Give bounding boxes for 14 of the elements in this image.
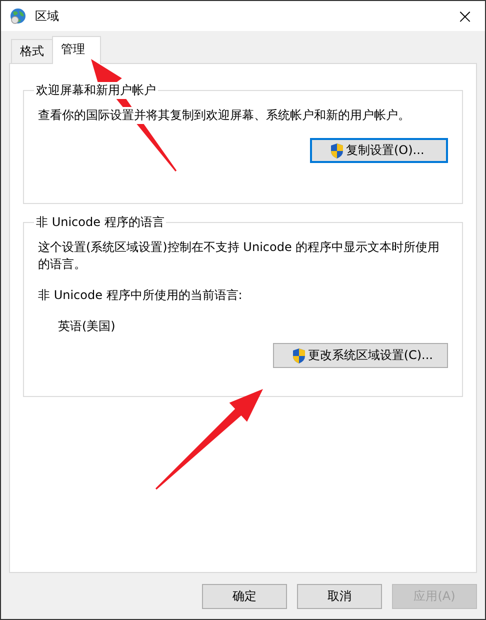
tab[interactable]: 格式 bbox=[11, 39, 53, 63]
shield-button[interactable]: 更改系统区域设置(C)... bbox=[272, 343, 448, 368]
language-value: 英语(美国) bbox=[58, 318, 116, 335]
dialog-button[interactable]: 确定 bbox=[202, 584, 287, 609]
description-text: 非 Unicode 程序中所使用的当前语言: bbox=[38, 287, 242, 304]
tab[interactable]: 管理 bbox=[52, 36, 101, 64]
shield-icon bbox=[292, 348, 306, 364]
close-button[interactable]: × bbox=[445, 4, 485, 28]
globe-icon bbox=[9, 7, 27, 25]
dialog-button[interactable]: 取消 bbox=[297, 584, 382, 609]
window-title: 区域 bbox=[35, 8, 60, 24]
shield-button[interactable]: 复制设置(O)... bbox=[310, 138, 448, 163]
shield-icon bbox=[330, 142, 344, 158]
group-title: 欢迎屏幕和新用户帐户 bbox=[34, 82, 158, 99]
